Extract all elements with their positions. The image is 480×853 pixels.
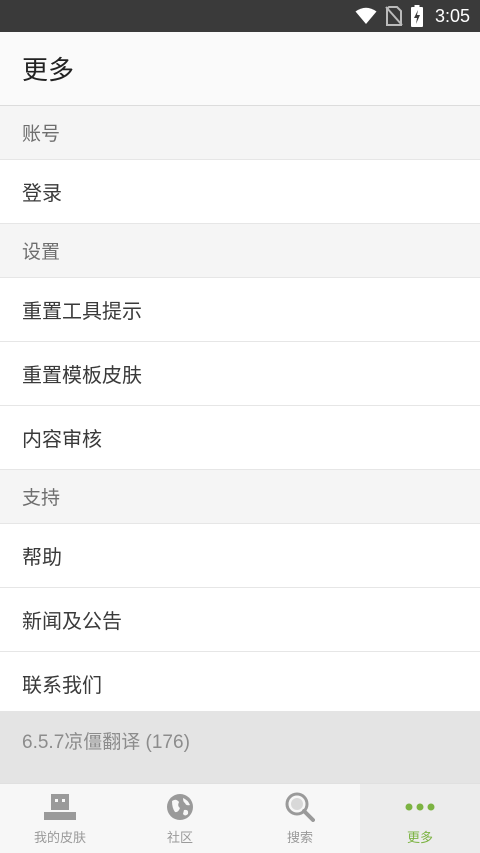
no-sim-icon bbox=[385, 6, 403, 26]
settings-list: 账号 登录 设置 重置工具提示 重置模板皮肤 内容审核 支持 帮助 新闻及公告 … bbox=[0, 106, 480, 716]
nav-search[interactable]: 搜索 bbox=[240, 784, 360, 853]
status-time: 3:05 bbox=[434, 5, 470, 26]
news-announcements-item[interactable]: 新闻及公告 bbox=[0, 588, 480, 652]
section-header-support: 支持 bbox=[0, 470, 480, 524]
version-label: 6.5.7凉僵翻译 (176) bbox=[0, 711, 480, 783]
search-icon bbox=[282, 791, 318, 823]
nav-label: 社区 bbox=[166, 831, 193, 846]
globe-icon bbox=[162, 791, 198, 823]
more-dots-icon bbox=[402, 791, 438, 823]
section-header-account: 账号 bbox=[0, 106, 480, 160]
app-bar: 更多 bbox=[0, 32, 480, 106]
nav-community[interactable]: 社区 bbox=[120, 784, 240, 853]
reset-template-skins-item[interactable]: 重置模板皮肤 bbox=[0, 342, 480, 406]
section-header-settings: 设置 bbox=[0, 224, 480, 278]
page-title: 更多 bbox=[22, 56, 75, 86]
nav-my-skins[interactable]: 我的皮肤 bbox=[0, 784, 120, 853]
help-item[interactable]: 帮助 bbox=[0, 524, 480, 588]
robot-head-icon bbox=[42, 791, 78, 823]
nav-label: 搜索 bbox=[286, 831, 313, 846]
nav-more[interactable]: 更多 bbox=[360, 784, 480, 853]
bottom-nav: 我的皮肤 社区 搜索 更多 bbox=[0, 783, 480, 853]
nav-label: 我的皮肤 bbox=[33, 831, 86, 846]
reset-tooltips-item[interactable]: 重置工具提示 bbox=[0, 278, 480, 342]
wifi-icon bbox=[355, 7, 377, 25]
status-bar: 3:05 bbox=[0, 0, 480, 32]
contact-us-item[interactable]: 联系我们 bbox=[0, 652, 480, 716]
login-item[interactable]: 登录 bbox=[0, 160, 480, 224]
battery-charging-icon bbox=[410, 5, 423, 27]
content-moderation-item[interactable]: 内容审核 bbox=[0, 406, 480, 470]
nav-label: 更多 bbox=[406, 831, 433, 846]
